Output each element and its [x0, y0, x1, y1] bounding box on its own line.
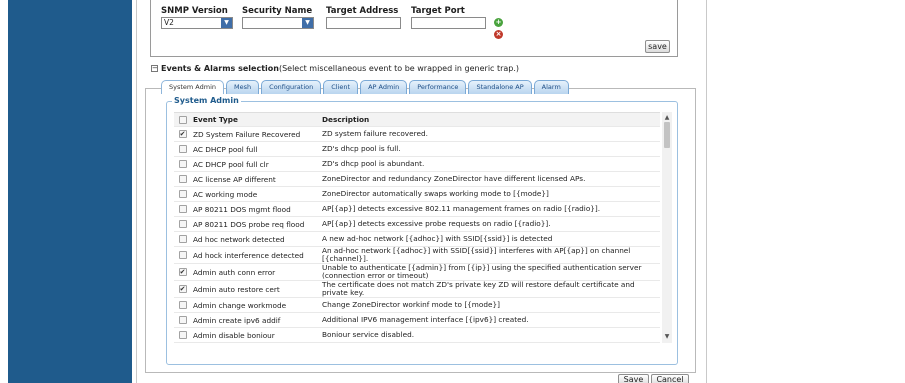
table-row: AP 80211 DOS probe req flood AP[{ap}] de…: [174, 217, 660, 232]
event-type: Admin change workmode: [193, 300, 287, 310]
snmp-version-select[interactable]: V2 ▼: [161, 17, 233, 29]
snmp-version-label: SNMP Version: [161, 6, 228, 16]
event-checkbox[interactable]: [178, 160, 187, 168]
event-checkbox[interactable]: [178, 205, 187, 213]
event-checkbox[interactable]: [178, 235, 187, 243]
table-row: AC working mode ZoneDirector automatical…: [174, 187, 660, 202]
table-scrollbar[interactable]: ▲ ▼: [662, 112, 672, 343]
table-row: ✔ Admin auto restore cert The certificat…: [174, 281, 660, 298]
target-port-label: Target Port: [411, 6, 465, 16]
chevron-down-icon: ▼: [221, 18, 232, 28]
target-address-input[interactable]: [326, 17, 401, 29]
snmp-save-button[interactable]: save: [645, 40, 670, 53]
security-name-label: Security Name: [242, 6, 313, 16]
event-type: Admin disable boniour: [193, 330, 275, 340]
event-description: Boniour service disabled.: [322, 330, 415, 340]
table-row: AP 80211 DOS mgmt flood AP[{ap}] detects…: [174, 202, 660, 217]
events-title: Events & Alarms selection: [161, 64, 279, 73]
event-checkbox[interactable]: ✔: [178, 130, 187, 138]
tab-alarm[interactable]: Alarm: [533, 80, 569, 94]
tab-ap-admin[interactable]: AP Admin: [360, 80, 408, 94]
event-checkbox[interactable]: [178, 220, 187, 228]
event-type: ZD System Failure Recovered: [193, 129, 301, 139]
event-description: AP[{ap}] detects excessive probe request…: [322, 219, 551, 229]
table-row: Ad hoc network detected A new ad-hoc net…: [174, 232, 660, 247]
event-description: Additional IPV6 management interface [{i…: [322, 315, 529, 325]
fieldset-legend: System Admin: [172, 96, 241, 105]
event-type: Admin auth conn error: [193, 267, 276, 277]
snmp-version-value: V2: [164, 18, 174, 27]
event-type: AC DHCP pool full clr: [193, 159, 269, 169]
snmp-target-panel: SNMP Version Security Name Target Addres…: [150, 0, 678, 57]
event-type: Ad hoc network detected: [193, 234, 285, 244]
event-type: AC DHCP pool full: [193, 144, 258, 154]
table-row: Admin disable boniour Boniour service di…: [174, 328, 660, 343]
event-checkbox[interactable]: [178, 190, 187, 198]
events-section-header: − Events & Alarms selection(Select miscel…: [151, 64, 519, 73]
event-description: ZoneDirector automatically swaps working…: [322, 189, 549, 199]
table-row: ✔ Admin auth conn error Unable to authen…: [174, 264, 660, 281]
table-row: Admin create ipv6 addif Additional IPV6 …: [174, 313, 660, 328]
tab-system-admin[interactable]: System Admin: [161, 80, 225, 94]
event-description: ZD system failure recovered.: [322, 129, 428, 139]
collapse-icon[interactable]: −: [151, 65, 158, 72]
event-description: ZoneDirector and redundancy ZoneDirector…: [322, 174, 586, 184]
table-row: AC license AP different ZoneDirector and…: [174, 172, 660, 187]
event-type: Admin auto restore cert: [193, 284, 280, 294]
add-target-icon[interactable]: +: [494, 18, 503, 27]
table-row: AC DHCP pool full ZD's dhcp pool is full…: [174, 142, 660, 157]
event-checkbox[interactable]: [178, 316, 187, 324]
target-address-label: Target Address: [326, 6, 399, 16]
event-checkbox[interactable]: [178, 175, 187, 183]
event-tabs: System Admin Mesh Configuration Client A…: [161, 80, 569, 94]
event-description: Change ZoneDirector workinf mode to [{mo…: [322, 300, 500, 310]
event-type: AP 80211 DOS probe req flood: [193, 219, 305, 229]
event-description: ZD's dhcp pool is abundant.: [322, 159, 425, 169]
event-type: AC working mode: [193, 189, 258, 199]
tab-mesh[interactable]: Mesh: [226, 80, 260, 94]
cancel-button[interactable]: Cancel: [651, 374, 689, 383]
event-type: Admin create ipv6 addif: [193, 315, 281, 325]
event-checkbox[interactable]: [178, 251, 187, 259]
left-sidebar: [8, 0, 132, 383]
event-checkbox[interactable]: [178, 145, 187, 153]
events-subtitle: (Select miscellaneous event to be wrappe…: [278, 64, 520, 73]
tab-configuration[interactable]: Configuration: [261, 80, 322, 94]
select-all-checkbox[interactable]: [178, 115, 187, 124]
event-checkbox[interactable]: ✔: [178, 268, 187, 276]
table-row: ✔ ZD System Failure Recovered ZD system …: [174, 127, 660, 142]
table-row: Ad hock interference detected An ad-hoc …: [174, 247, 660, 264]
remove-target-icon[interactable]: ×: [494, 30, 503, 39]
frame-divider-left: [136, 0, 137, 383]
table-row: Admin change workmode Change ZoneDirecto…: [174, 298, 660, 313]
target-port-input[interactable]: [411, 17, 486, 29]
column-event-type: Event Type: [193, 115, 238, 124]
security-name-select[interactable]: ▼: [242, 17, 314, 29]
table-row: AC DHCP pool full clr ZD's dhcp pool is …: [174, 157, 660, 172]
tab-standalone-ap[interactable]: Standalone AP: [468, 80, 532, 94]
event-description: An ad-hoc network [{adhoc}] with SSID[{s…: [322, 246, 631, 263]
event-type: Ad hock interference detected: [193, 250, 304, 260]
event-type: AP 80211 DOS mgmt flood: [193, 204, 291, 214]
event-description: A new ad-hoc network [{adhoc}] with SSID…: [322, 234, 553, 244]
event-description: ZD's dhcp pool is full.: [322, 144, 401, 154]
events-table: Event Type Description ✔ ZD System Failu…: [174, 112, 660, 343]
event-description: AP[{ap}] detects excessive 802.11 manage…: [322, 204, 601, 214]
event-checkbox[interactable]: [178, 331, 187, 339]
event-description: Unable to authenticate [{admin}] from [{…: [322, 263, 642, 280]
event-type: AC license AP different: [193, 174, 276, 184]
event-checkbox[interactable]: ✔: [178, 285, 187, 293]
save-button[interactable]: Save: [618, 374, 649, 383]
event-description: The certificate does not match ZD's priv…: [322, 280, 635, 297]
frame-divider-right: [706, 0, 707, 383]
tab-client[interactable]: Client: [323, 80, 359, 94]
scroll-down-icon[interactable]: ▼: [663, 333, 671, 341]
tab-performance[interactable]: Performance: [409, 80, 467, 94]
chevron-down-icon: ▼: [302, 18, 313, 28]
scroll-up-icon[interactable]: ▲: [663, 114, 671, 122]
event-checkbox[interactable]: [178, 301, 187, 309]
scrollbar-thumb[interactable]: [664, 122, 670, 148]
table-header: Event Type Description: [174, 113, 660, 127]
column-description: Description: [322, 114, 370, 124]
